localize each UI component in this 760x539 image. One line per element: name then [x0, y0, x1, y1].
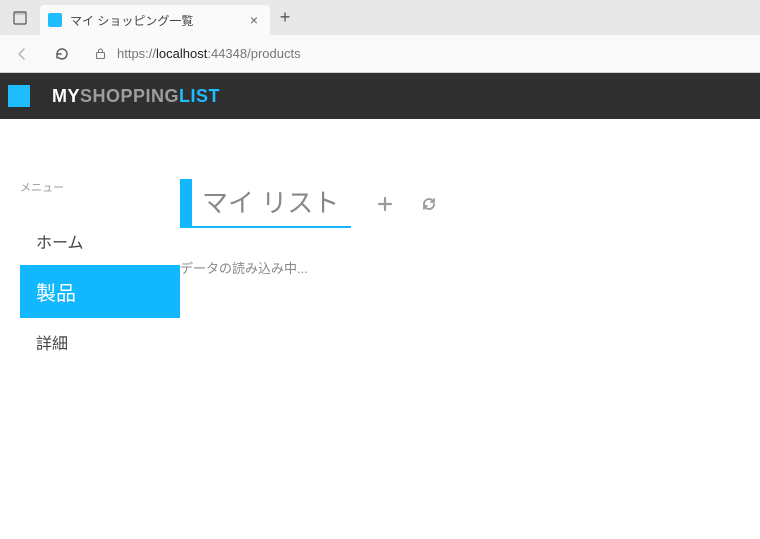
url-text: https://localhost:44348/products	[117, 46, 301, 61]
url-rest: :44348/products	[207, 46, 300, 61]
app-header: MYSHOPPINGLIST	[0, 73, 760, 119]
title-row: マイ リスト	[180, 179, 740, 228]
url-box[interactable]: https://localhost:44348/products	[88, 46, 752, 61]
page-title: マイ リスト	[192, 179, 351, 228]
reload-button[interactable]	[421, 196, 437, 212]
menu-label: メニュー	[20, 179, 180, 195]
main-panel: マイ リスト データの読み込み中...	[180, 149, 760, 366]
browser-chrome: マイ ショッピング一覧 × + https://localhost:44348/…	[0, 0, 760, 73]
refresh-button[interactable]	[48, 40, 76, 68]
sidebar-item-label: ホーム	[36, 235, 84, 252]
sidebar: メニュー ホーム 製品 詳細	[0, 149, 180, 366]
tab-close-icon[interactable]: ×	[246, 12, 262, 28]
window-tabs-icon[interactable]	[0, 0, 40, 35]
new-tab-button[interactable]: +	[270, 0, 300, 35]
content-area: メニュー ホーム 製品 詳細 マイ リスト	[0, 119, 760, 366]
url-prefix: https://	[117, 46, 156, 61]
browser-title-bar: マイ ショッピング一覧 × +	[0, 0, 760, 35]
brand-logo-square	[8, 85, 30, 107]
browser-tab[interactable]: マイ ショッピング一覧 ×	[40, 5, 270, 35]
brand-text: MYSHOPPINGLIST	[52, 86, 220, 107]
sidebar-item-details[interactable]: 詳細	[20, 320, 180, 364]
sidebar-item-products[interactable]: 製品	[20, 265, 180, 318]
add-button[interactable]	[377, 196, 393, 212]
loading-text: データの読み込み中...	[180, 258, 740, 277]
brand-word-1: MY	[52, 86, 80, 106]
tab-favicon	[48, 13, 62, 27]
sidebar-item-label: 製品	[36, 283, 76, 305]
sidebar-item-label: 詳細	[36, 336, 68, 353]
page-title-wrap: マイ リスト	[180, 179, 351, 228]
lock-icon	[94, 47, 107, 60]
browser-address-bar: https://localhost:44348/products	[0, 35, 760, 73]
sidebar-item-home[interactable]: ホーム	[20, 219, 180, 263]
refresh-icon	[421, 196, 437, 212]
url-host: localhost	[156, 46, 207, 61]
tab-title: マイ ショッピング一覧	[70, 12, 238, 29]
brand-word-2: SHOPPING	[80, 86, 179, 106]
title-accent-bar	[180, 179, 192, 228]
plus-icon	[377, 196, 393, 212]
brand-word-3: LIST	[179, 86, 220, 106]
back-button[interactable]	[8, 40, 36, 68]
title-actions	[377, 196, 437, 212]
